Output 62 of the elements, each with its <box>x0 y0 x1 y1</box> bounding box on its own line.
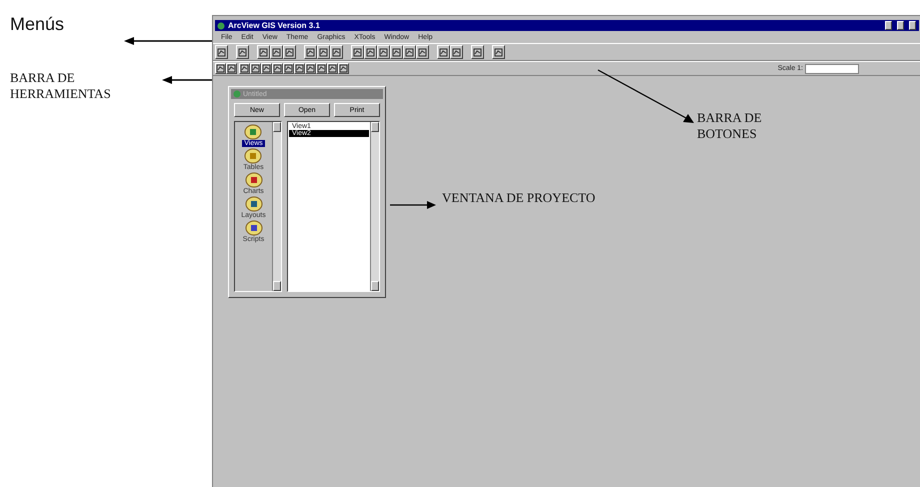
tool-glyph-icon <box>295 64 304 73</box>
menus-label: Menús <box>10 14 64 36</box>
toolbar-button[interactable] <box>294 63 305 74</box>
tool-glyph-icon <box>262 64 271 73</box>
tool-glyph-icon <box>405 48 414 56</box>
close-button[interactable] <box>909 21 916 30</box>
document-type-icon <box>244 220 262 236</box>
toolbar-button[interactable] <box>272 63 283 74</box>
toolbar-label: BARRA DE HERRAMIENTAS <box>10 70 112 102</box>
tool-glyph-icon <box>284 64 293 73</box>
scrollbar[interactable] <box>370 122 379 291</box>
toolbar-button[interactable] <box>239 63 250 74</box>
tool-glyph-icon <box>272 48 281 56</box>
document-type-icon <box>244 172 262 188</box>
scrollbar[interactable] <box>272 122 281 291</box>
document-type-icon <box>244 196 262 212</box>
tool-glyph-icon <box>273 64 282 73</box>
tool-glyph-icon <box>259 48 268 56</box>
tool-glyph-icon <box>319 48 328 56</box>
tool-glyph-icon <box>216 64 225 73</box>
tool-glyph-icon <box>418 48 427 56</box>
tool-glyph-icon <box>332 48 341 56</box>
toolbar-button[interactable] <box>261 63 272 74</box>
pointer-arrow <box>162 76 212 84</box>
maximize-button[interactable] <box>897 21 904 30</box>
project-icon <box>233 90 241 98</box>
tool-glyph-icon <box>317 64 326 73</box>
tool-glyph-icon <box>328 64 337 73</box>
toolbar-button[interactable] <box>327 63 338 74</box>
tool-glyph-icon <box>379 48 388 56</box>
toolbar-button[interactable] <box>215 63 226 74</box>
toolbar-button[interactable] <box>283 63 294 74</box>
tool-glyph-icon <box>251 64 260 73</box>
tool-glyph-icon <box>306 48 315 56</box>
tool-glyph-icon <box>452 48 461 56</box>
toolbar-button[interactable] <box>338 63 349 74</box>
pointer-arrow <box>390 201 436 209</box>
minimize-button[interactable] <box>885 21 892 30</box>
tool-glyph-icon <box>285 48 294 56</box>
document-type-icon <box>244 124 262 140</box>
button-bar-label: BARRA DE BOTONES <box>697 110 763 142</box>
project-window-label: VENTANA DE PROYECTO <box>442 190 596 206</box>
tool-glyph-icon <box>494 48 503 56</box>
app-globe-icon <box>217 22 225 30</box>
toolbar-button[interactable] <box>226 63 237 74</box>
tool-glyph-icon <box>240 64 249 73</box>
tool-glyph-icon <box>217 48 226 56</box>
tool-glyph-icon <box>227 64 236 73</box>
tool-glyph-icon <box>392 48 401 56</box>
tool-glyph-icon <box>339 64 348 73</box>
toolbar-button[interactable] <box>305 63 316 74</box>
toolbar-button[interactable] <box>250 63 261 74</box>
window-title: ArcView GIS Version 3.1 <box>228 21 321 30</box>
tool-glyph-icon <box>439 48 448 56</box>
tool-glyph-icon <box>238 48 247 56</box>
document-type-icon <box>244 148 262 164</box>
tool-glyph-icon <box>353 48 362 56</box>
toolbar-button[interactable] <box>316 63 327 74</box>
tool-glyph-icon <box>366 48 375 56</box>
tool-glyph-icon <box>306 64 315 73</box>
scale-field[interactable] <box>805 64 859 74</box>
tool-glyph-icon <box>473 48 482 56</box>
